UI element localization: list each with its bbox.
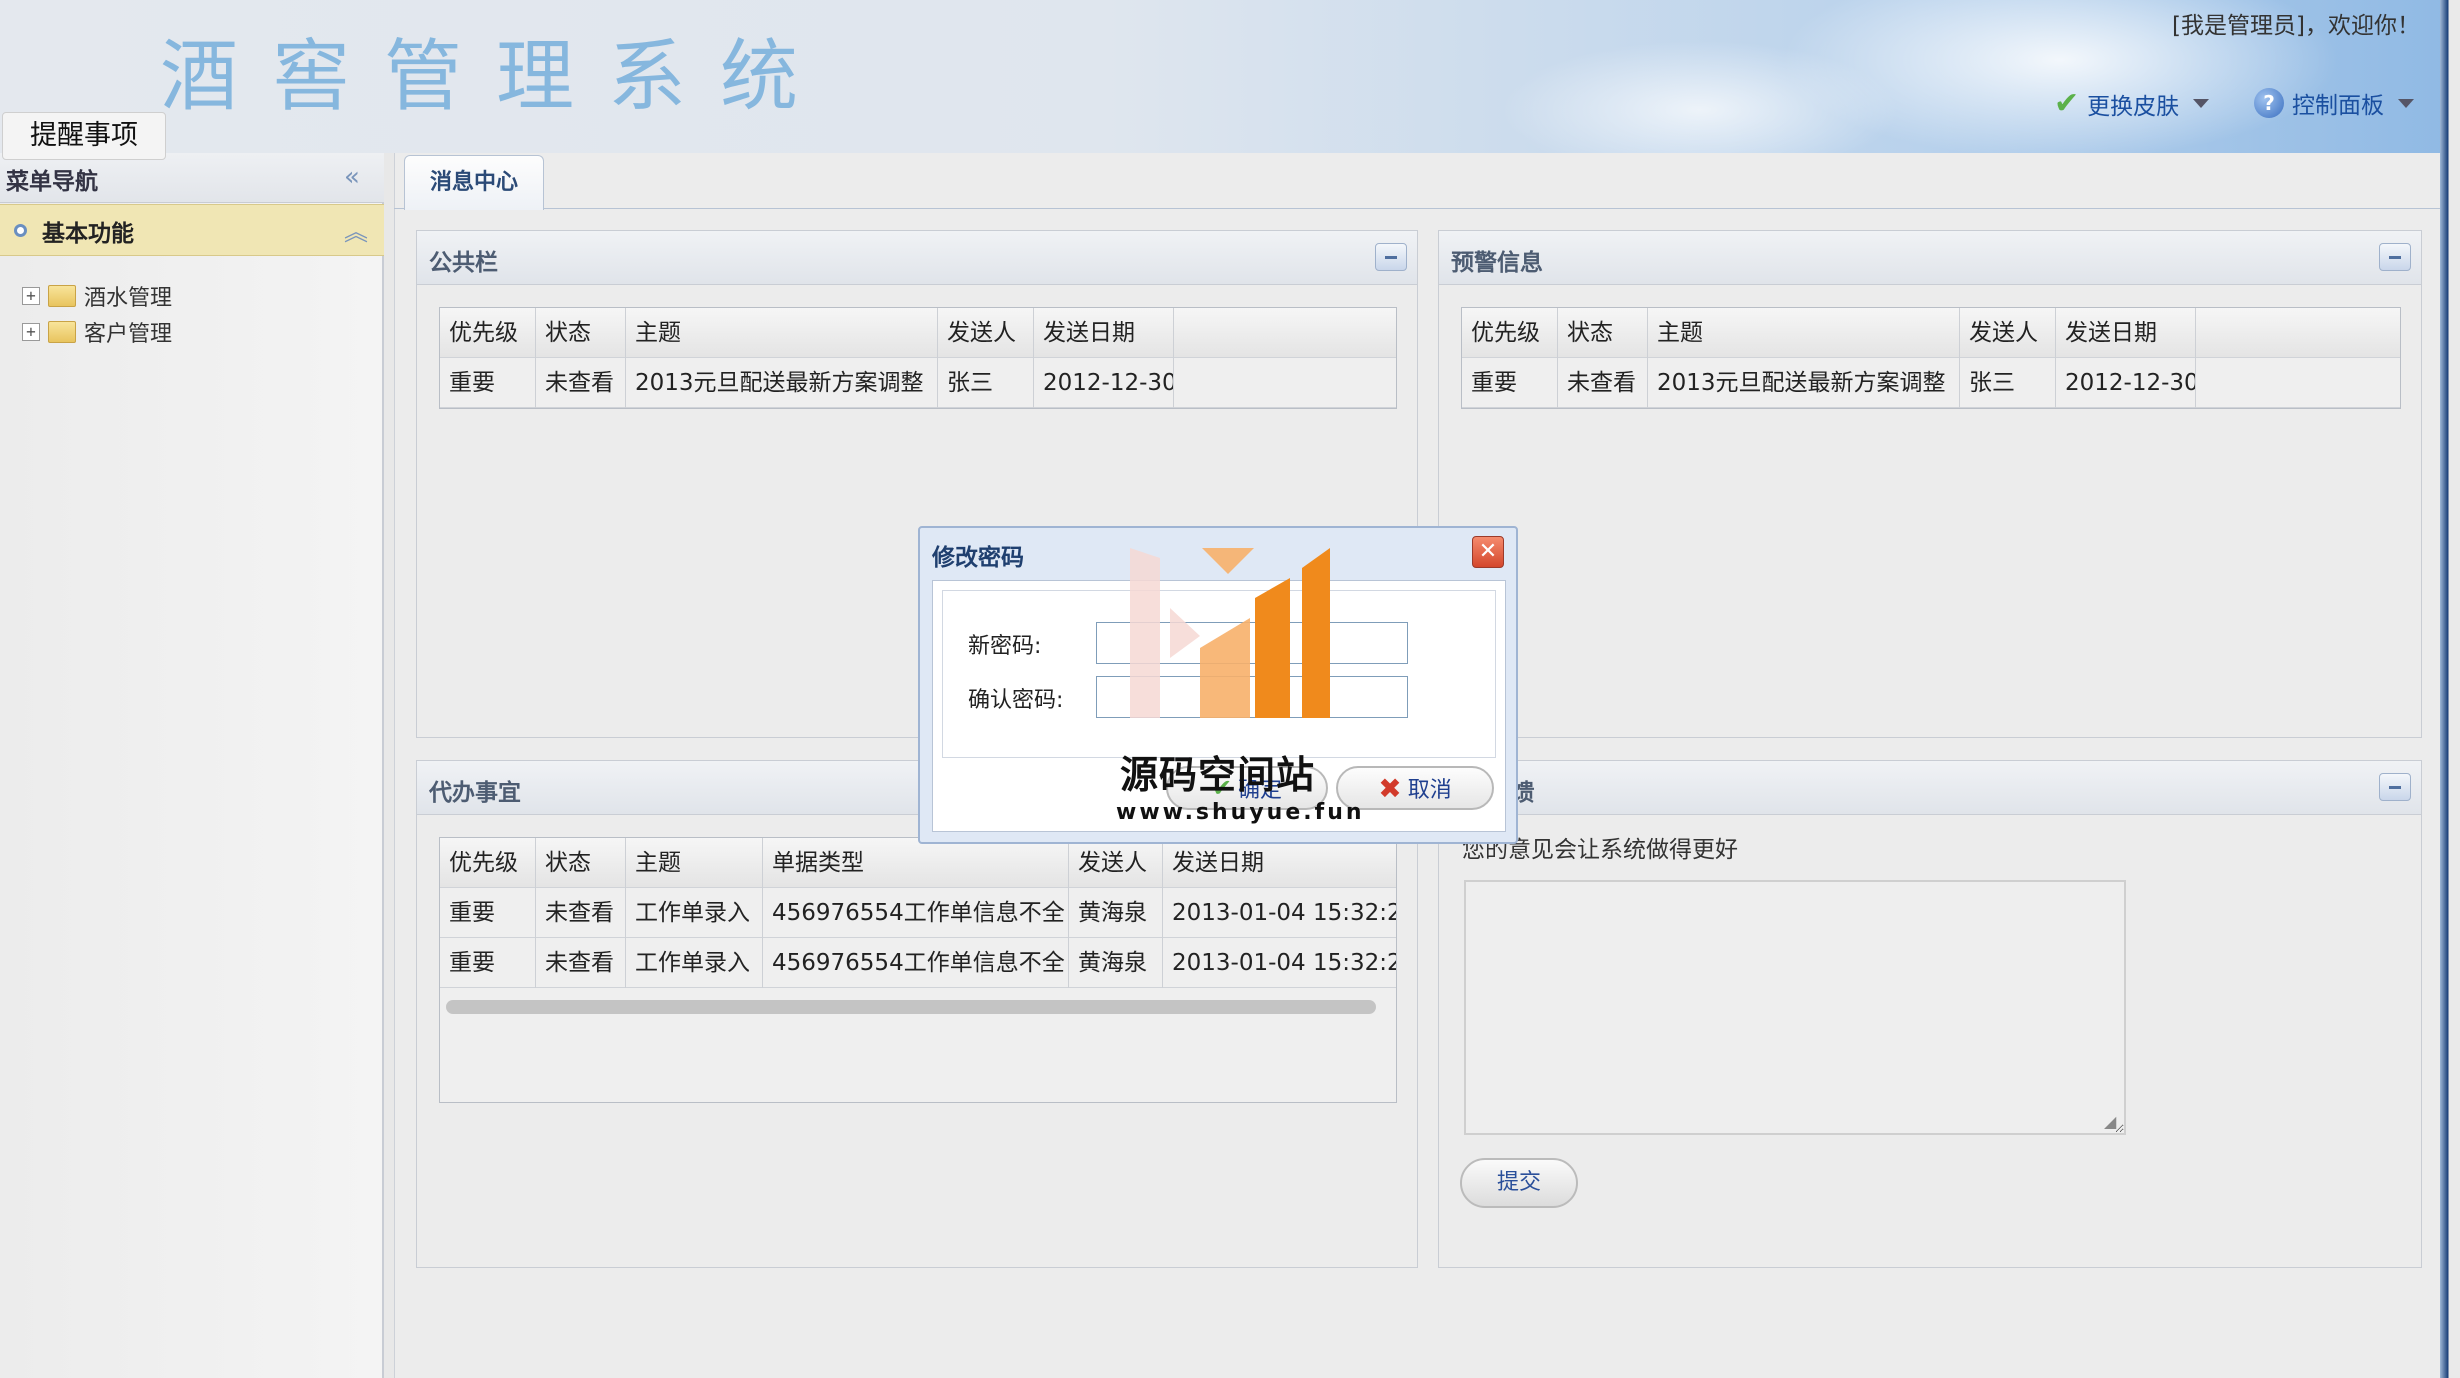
dialog-title: 修改密码 [932, 545, 1024, 571]
close-icon[interactable]: ✕ [1472, 536, 1504, 568]
alerts-panel: 预警信息 优先级 状态 主题 发送人 发送日期 重要 未查看 2013元旦配送最… [1438, 230, 2422, 738]
panel-title: 代办事宜 [429, 780, 521, 806]
tab-message-center[interactable]: 消息中心 [404, 155, 544, 210]
table-row[interactable]: 重要 未查看 工作单录入 456976554工作单信息不全 黄海泉 2013-0… [440, 888, 1396, 938]
todo-grid: 优先级 状态 主题 单据类型 发送人 发送日期 重要 未查看 工作单录入 456… [439, 837, 1397, 1103]
column-header[interactable]: 发送日期 [1034, 308, 1174, 358]
tab-strip [394, 153, 2440, 209]
chevron-down-icon [2193, 99, 2210, 108]
column-header[interactable]: 状态 [536, 838, 626, 888]
column-header[interactable]: 主题 [626, 308, 938, 358]
collapse-panel-button[interactable] [1375, 243, 1407, 271]
folder-icon [48, 321, 76, 343]
alerts-grid: 优先级 状态 主题 发送人 发送日期 重要 未查看 2013元旦配送最新方案调整… [1461, 307, 2401, 409]
column-header[interactable]: 状态 [1558, 308, 1648, 358]
sidebar-item-wine[interactable]: + 酒水管理 [22, 281, 172, 311]
panel-title: 预警信息 [1451, 250, 1543, 276]
column-header[interactable]: 发送人 [938, 308, 1034, 358]
change-skin-menu[interactable]: ✔ 更换皮肤 [2054, 86, 2210, 121]
cancel-icon: ✖ [1378, 771, 1402, 805]
bulletin-grid: 优先级 状态 主题 发送人 发送日期 重要 未查看 2013元旦配送最新方案调整… [439, 307, 1397, 409]
column-header[interactable]: 主题 [626, 838, 763, 888]
window-edge [2440, 0, 2460, 1378]
column-header[interactable]: 发送人 [1960, 308, 2056, 358]
control-panel-label: 控制面板 [2292, 93, 2384, 119]
submit-button[interactable]: 提交 [1460, 1158, 1578, 1208]
watermark-logo [1130, 548, 1330, 718]
watermark-url: www.shuyue.fun [1116, 800, 1365, 825]
sidebar-item-label: 酒水管理 [84, 286, 173, 311]
sidebar-item-label: 客户管理 [84, 322, 173, 347]
app-title: 酒窖管理系统 [160, 32, 833, 122]
collapse-sidebar-icon[interactable]: « [344, 162, 360, 192]
column-header[interactable]: 优先级 [440, 308, 536, 358]
expand-icon[interactable]: + [22, 287, 40, 305]
collapse-panel-button[interactable] [2379, 243, 2411, 271]
sidebar-title: 菜单导航 [6, 169, 98, 195]
control-panel-menu[interactable]: ? 控制面板 [2254, 86, 2414, 120]
collapse-panel-button[interactable] [2379, 773, 2411, 801]
grid-header-row: 优先级 状态 主题 单据类型 发送人 发送日期 [440, 838, 1396, 888]
folder-icon [48, 285, 76, 307]
cancel-label: 取消 [1407, 778, 1452, 803]
section-label: 基本功能 [42, 221, 134, 247]
panel-title: 公共栏 [429, 250, 498, 276]
column-header[interactable]: 优先级 [440, 838, 536, 888]
check-icon: ✔ [2054, 86, 2080, 121]
chevron-up-icon[interactable]: ︽ [344, 212, 368, 247]
watermark-text: 源码空间站 [1120, 753, 1316, 797]
column-header[interactable]: 主题 [1648, 308, 1960, 358]
chevron-down-icon [2398, 98, 2414, 108]
expand-icon[interactable]: + [22, 323, 40, 341]
feedback-textarea[interactable] [1464, 880, 2126, 1135]
column-header[interactable]: 单据类型 [763, 838, 1069, 888]
confirm-password-label: 确认密码: [968, 688, 1064, 713]
grid-header-row: 优先级 状态 主题 发送人 发送日期 [1462, 308, 2400, 358]
column-header[interactable]: 状态 [536, 308, 626, 358]
table-row[interactable]: 重要 未查看 工作单录入 456976554工作单信息不全 黄海泉 2013-0… [440, 938, 1396, 988]
column-header[interactable]: 发送人 [1069, 838, 1163, 888]
change-skin-label: 更换皮肤 [2087, 93, 2180, 120]
bullet-icon [14, 224, 27, 237]
column-header[interactable]: 发送日期 [1163, 838, 1396, 888]
grid-header-row: 优先级 状态 主题 发送人 发送日期 [440, 308, 1396, 358]
resize-grip-icon[interactable]: ◢ [2104, 1112, 2116, 1131]
horizontal-scrollbar[interactable] [446, 1000, 1376, 1014]
sidebar-item-customer[interactable]: + 客户管理 [22, 317, 172, 347]
table-row[interactable]: 重要 未查看 2013元旦配送最新方案调整 张三 2012-12-30 [1462, 358, 2400, 408]
reminder-tab[interactable]: 提醒事项 [2, 112, 166, 160]
welcome-text: [我是管理员]，欢迎你！ [2172, 13, 2420, 39]
help-icon: ? [2254, 88, 2284, 118]
column-header[interactable]: 优先级 [1462, 308, 1558, 358]
table-row[interactable]: 重要 未查看 2013元旦配送最新方案调整 张三 2012-12-30 [440, 358, 1396, 408]
new-password-label: 新密码: [968, 634, 1042, 659]
column-header[interactable]: 发送日期 [2056, 308, 2196, 358]
